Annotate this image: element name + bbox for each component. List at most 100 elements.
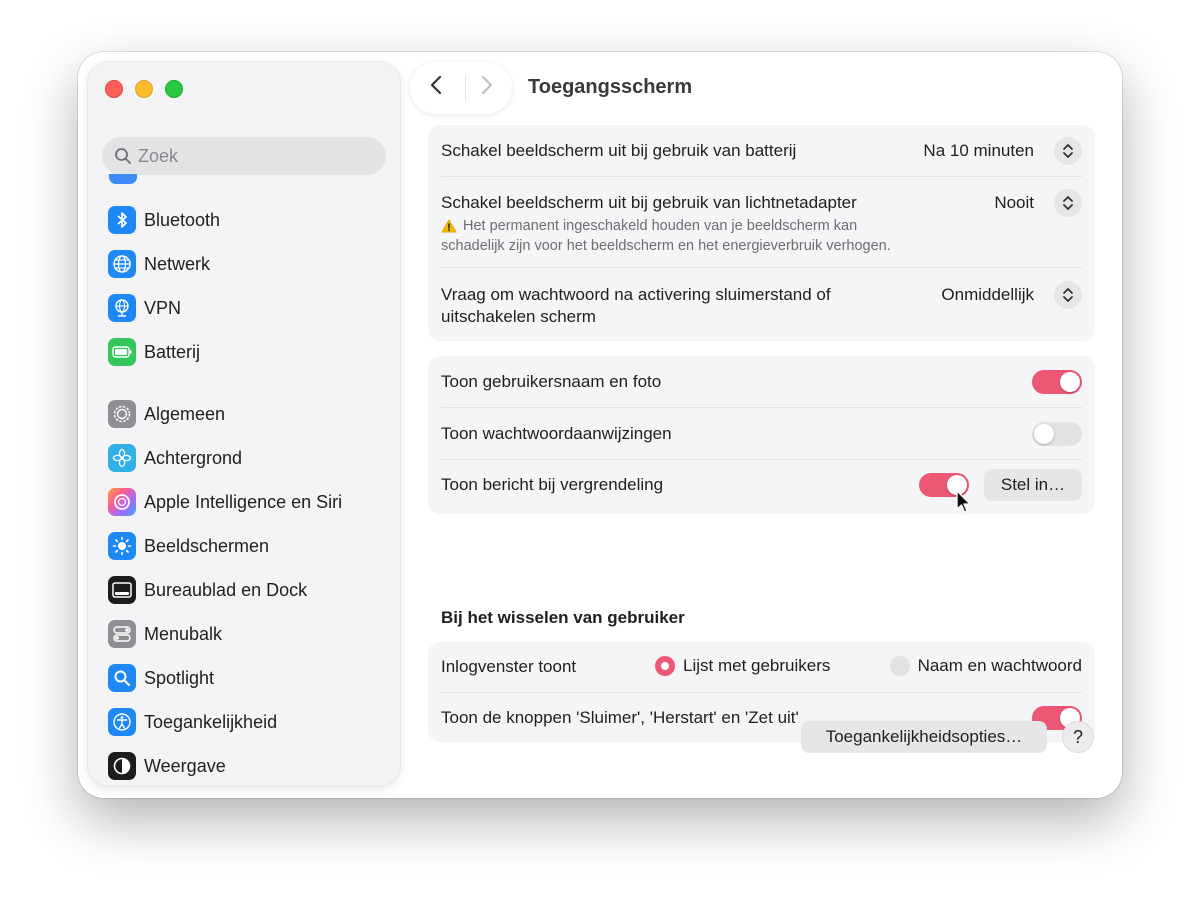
- toggle-knob: [1034, 424, 1054, 444]
- appearance-icon: [108, 752, 136, 780]
- toggles-icon: [108, 620, 136, 648]
- password-after-sleep-value: Onmiddellijk: [941, 285, 1034, 304]
- show-hints-row: Toon wachtwoordaanwijzingen: [441, 422, 1082, 446]
- adapter-warning-continued: schadelijk zijn voor het beeldscherm en …: [441, 236, 1082, 256]
- minimize-window-button[interactable]: [135, 80, 153, 98]
- sidebar-item-label: Menubalk: [144, 623, 223, 644]
- show-power-buttons-label: Toon de knoppen 'Sluimer', 'Herstart' en…: [441, 708, 799, 727]
- radio-name-password-label: Naam en wachtwoord: [917, 656, 1082, 675]
- show-username-toggle[interactable]: [1032, 370, 1082, 394]
- sidebar-item-label: Achtergrond: [144, 447, 243, 468]
- sidebar-item-vpn[interactable]: VPN: [108, 290, 388, 326]
- sidebar-item-label: Bluetooth: [144, 209, 221, 230]
- set-message-button[interactable]: Stel in…: [984, 469, 1082, 501]
- chevron-right-icon: [481, 75, 493, 95]
- divider: [441, 692, 1082, 693]
- adapter-warning-text-2: schadelijk zijn voor het beeldscherm en …: [441, 238, 891, 254]
- dock-icon: [108, 576, 136, 604]
- sidebar-item-bureaublad-en-dock[interactable]: Bureaublad en Dock: [108, 572, 388, 608]
- battery-display-off-label: Schakel beeldscherm uit bij gebruik van …: [441, 141, 797, 160]
- adapter-warning: Het permanent ingeschakeld houden van je…: [441, 216, 1082, 236]
- radio-list-users-label: Lijst met gebruikers: [683, 656, 831, 675]
- page-title: Toegangsscherm: [528, 76, 693, 98]
- navigation-buttons: [410, 62, 512, 114]
- zoom-window-button[interactable]: [165, 80, 183, 98]
- chevron-updown-icon: [1063, 144, 1073, 158]
- sidebar-item-achtergrond[interactable]: Achtergrond: [108, 440, 388, 476]
- radio-selected-indicator: [655, 656, 675, 676]
- radio-list-users[interactable]: Lijst met gebruikers: [655, 656, 830, 676]
- login-window-row: Inlogvenster toont Lijst met gebruikers …: [441, 654, 1082, 680]
- sidebar-item-label: Weergave: [144, 755, 226, 776]
- accessibility-icon: [108, 708, 136, 736]
- sidebar-item-label: Batterij: [144, 341, 201, 362]
- flower-icon: [108, 444, 136, 472]
- sidebar-item-label: Beeldschermen: [144, 535, 270, 556]
- show-username-label: Toon gebruikersnaam en foto: [441, 372, 662, 391]
- divider: [441, 407, 1082, 408]
- show-hints-toggle[interactable]: [1032, 422, 1082, 446]
- sidebar-item-label: Apple Intelligence en Siri: [144, 491, 343, 512]
- battery-display-off-stepper[interactable]: [1054, 137, 1082, 165]
- sidebar: Bluetooth Netwerk VPN Batterij Algemeen: [88, 62, 400, 786]
- sidebar-item-algemeen[interactable]: Algemeen: [108, 396, 388, 432]
- adapter-display-off-stepper[interactable]: [1054, 189, 1082, 217]
- password-after-sleep-label-1: Vraag om wachtwoord na activering sluime…: [441, 285, 831, 304]
- battery-display-off-row: Schakel beeldscherm uit bij gebruik van …: [441, 137, 1082, 165]
- password-after-sleep-row: Vraag om wachtwoord na activering sluime…: [441, 281, 1082, 309]
- back-button[interactable]: [414, 74, 458, 102]
- divider: [441, 176, 1082, 177]
- sun-icon: [108, 532, 136, 560]
- sidebar-item-menubalk[interactable]: Menubalk: [108, 616, 388, 652]
- search-icon: [115, 148, 131, 164]
- battery-icon: [108, 338, 136, 366]
- battery-display-off-value: Na 10 minuten: [923, 141, 1034, 160]
- chevron-updown-icon: [1063, 196, 1073, 210]
- sidebar-item-label: Spotlight: [144, 667, 215, 688]
- vpn-globe-icon: [108, 294, 136, 322]
- help-button[interactable]: ?: [1062, 721, 1094, 753]
- adapter-display-off-row: Schakel beeldscherm uit bij gebruik van …: [441, 189, 1082, 217]
- sidebar-item-label: Algemeen: [144, 403, 226, 424]
- sidebar-item-beeldschermen[interactable]: Beeldschermen: [108, 528, 388, 564]
- search-input[interactable]: [138, 145, 368, 167]
- main-pane: Toegangsscherm Schakel beeldscherm uit b…: [410, 52, 1122, 798]
- sidebar-item-weergave[interactable]: Weergave: [108, 748, 388, 784]
- bluetooth-icon: [108, 206, 136, 234]
- magnifier-icon: [108, 664, 136, 692]
- toggle-knob: [1060, 372, 1080, 392]
- divider: [441, 267, 1082, 268]
- sidebar-item-spotlight[interactable]: Spotlight: [108, 660, 388, 696]
- show-lock-message-label: Toon bericht bij vergrendeling: [441, 475, 664, 494]
- radio-unselected-indicator: [889, 656, 910, 676]
- sidebar-item-label: VPN: [144, 297, 182, 318]
- display-settings-group: Schakel beeldscherm uit bij gebruik van …: [428, 125, 1095, 341]
- show-username-row: Toon gebruikersnaam en foto: [441, 370, 1082, 394]
- sidebar-item-label: Toegankelijkheid: [144, 711, 278, 732]
- chevron-left-icon: [430, 75, 441, 95]
- switch-user-section-title: Bij het wisselen van gebruiker: [441, 608, 685, 627]
- settings-window: Bluetooth Netwerk VPN Batterij Algemeen: [78, 52, 1122, 798]
- radio-name-password[interactable]: Naam en wachtwoord: [889, 656, 1082, 676]
- partial-sidebar-icon: [109, 174, 137, 184]
- sidebar-item-apple-intelligence[interactable]: Apple Intelligence en Siri: [108, 484, 388, 520]
- password-after-sleep-label-2: uitschakelen scherm: [441, 307, 596, 326]
- sidebar-item-bluetooth[interactable]: Bluetooth: [108, 202, 388, 238]
- sidebar-item-label: Bureaublad en Dock: [144, 579, 308, 600]
- show-hints-label: Toon wachtwoordaanwijzingen: [441, 424, 672, 443]
- warning-icon: [441, 219, 457, 233]
- chevron-updown-icon: [1063, 288, 1073, 302]
- adapter-display-off-value: Nooit: [994, 193, 1034, 212]
- sidebar-item-toegankelijkheid[interactable]: Toegankelijkheid: [108, 704, 388, 740]
- adapter-warning-text-1: Het permanent ingeschakeld houden van je…: [463, 218, 858, 234]
- forward-button[interactable]: [464, 74, 509, 102]
- sidebar-item-batterij[interactable]: Batterij: [108, 334, 388, 370]
- search-field[interactable]: [102, 137, 386, 175]
- sidebar-item-netwerk[interactable]: Netwerk: [108, 246, 388, 282]
- accessibility-options-button[interactable]: Toegankelijkheidsopties…: [801, 721, 1047, 753]
- globe-icon: [108, 250, 136, 278]
- password-after-sleep-row-continued: uitschakelen scherm: [441, 305, 1082, 329]
- sidebar-item-label: Netwerk: [144, 253, 211, 274]
- close-window-button[interactable]: [105, 80, 123, 98]
- login-window-label: Inlogvenster toont: [441, 657, 577, 676]
